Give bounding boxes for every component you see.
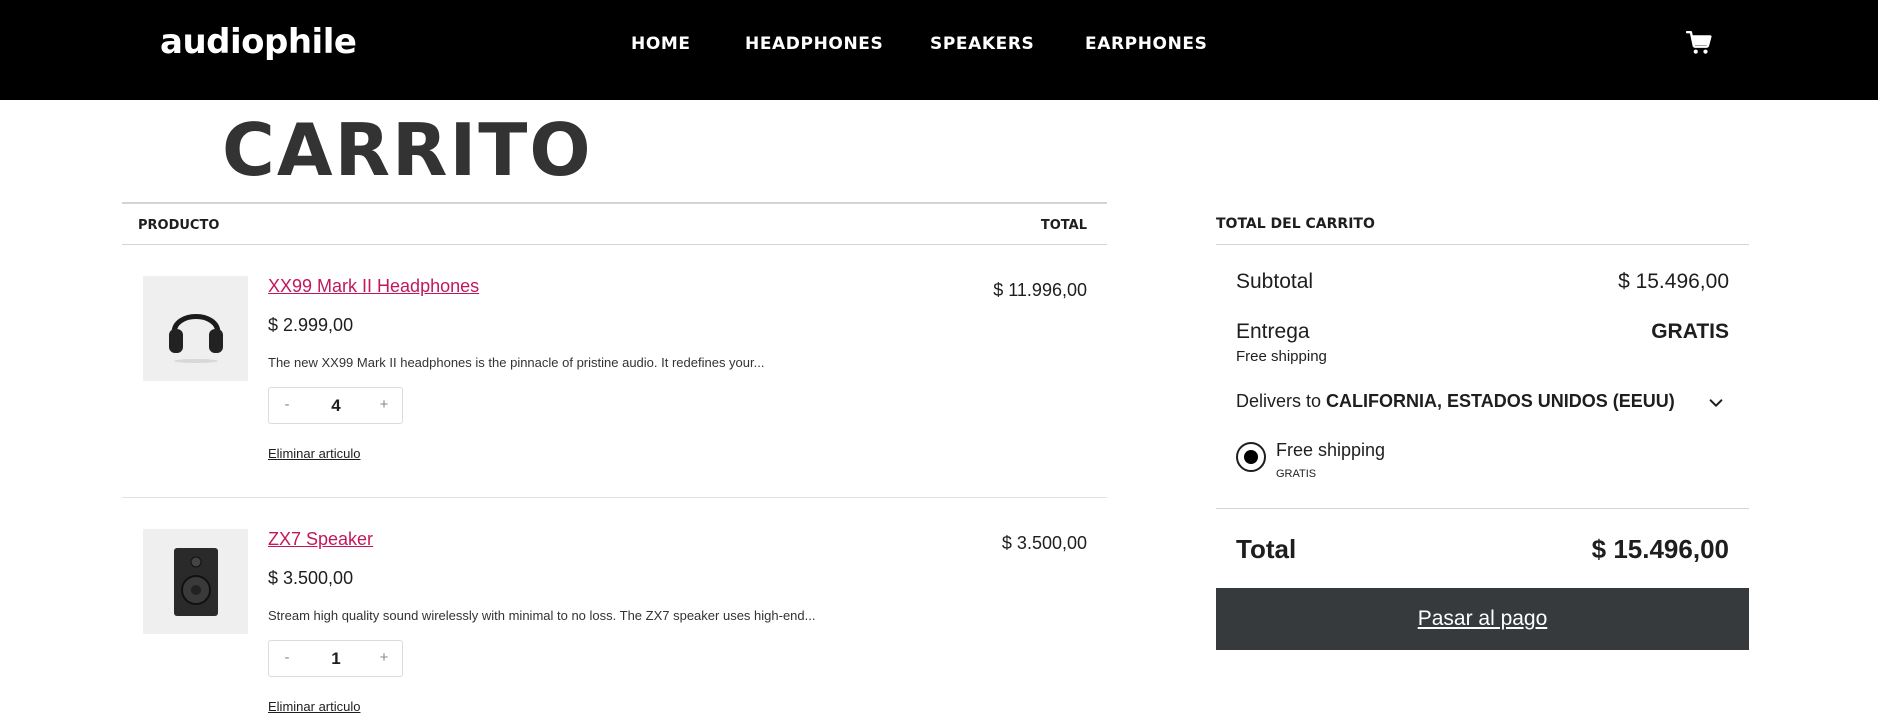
shipping-option-label: Free shipping [1276,440,1386,460]
delivery-note: Free shipping [1236,348,1327,365]
decrement-button[interactable]: - [277,649,297,666]
site-logo[interactable]: audiophile [160,22,357,62]
shipping-option-radio[interactable] [1236,442,1266,472]
headphones-icon [168,313,223,363]
speaker-image[interactable] [143,529,248,634]
total-value: $ 15.496,00 [1591,534,1729,564]
increment-button[interactable]: + [374,649,394,666]
product-description: The new XX99 Mark II headphones is the p… [268,355,765,370]
remove-item-link[interactable]: Eliminar articulo [268,446,360,461]
delivers-to-prefix: Delivers to [1236,391,1322,411]
line-total: $ 3.500,00 [1001,533,1087,553]
cart-table: PRODUCTO TOTAL XX99 Mark II Headphones $… [122,202,1107,719]
subtotal-value: $ 15.496,00 [1618,270,1729,293]
headphones-image[interactable] [143,276,248,381]
quantity-value[interactable]: 1 [309,649,363,669]
top-navigation-bar: audiophile HOME HEADPHONES SPEAKERS EARP… [0,0,1878,100]
shipping-option-price: GRATIS [1276,468,1317,480]
checkout-button[interactable]: Pasar al pago [1216,588,1749,650]
decrement-button[interactable]: - [277,396,297,413]
nav-speakers[interactable]: SPEAKERS [930,34,1070,54]
delivers-to-location: CALIFORNIA, ESTADOS UNIDOS (EEUU) [1326,391,1675,411]
unit-price: $ 2.999,00 [268,315,354,335]
page-title: CARRITO [222,108,593,192]
column-header-total: TOTAL [1040,218,1087,233]
unit-price: $ 3.500,00 [268,568,354,588]
summary-divider [1216,508,1749,509]
cart-summary: TOTAL DEL CARRITO Subtotal $ 15.496,00 E… [1216,202,1749,650]
product-description: Stream high quality sound wirelessly wit… [268,608,816,623]
product-name-link[interactable]: ZX7 Speaker [268,529,373,550]
product-name-link[interactable]: XX99 Mark II Headphones [268,276,479,297]
increment-button[interactable]: + [374,396,394,413]
quantity-stepper: - 4 + [268,387,403,424]
cart-row: XX99 Mark II Headphones $ 2.999,00 The n… [122,245,1107,498]
table-header: PRODUCTO TOTAL [122,202,1107,245]
speaker-icon [173,547,218,616]
column-header-product: PRODUCTO [138,218,220,233]
total-label: Total [1236,534,1297,564]
subtotal-label: Subtotal [1236,270,1314,293]
nav-home[interactable]: HOME [631,34,711,54]
line-total: $ 11.996,00 [993,280,1087,300]
delivery-label: Entrega [1236,320,1310,343]
summary-header: TOTAL DEL CARRITO [1216,202,1749,245]
delivers-to-selector[interactable]: Delivers to CALIFORNIA, ESTADOS UNIDOS (… [1236,391,1675,412]
cart-row: ZX7 Speaker $ 3.500,00 Stream high quali… [122,498,1107,719]
nav-headphones[interactable]: HEADPHONES [745,34,915,54]
quantity-value[interactable]: 4 [309,396,363,416]
remove-item-link[interactable]: Eliminar articulo [268,699,360,714]
nav-earphones[interactable]: EARPHONES [1085,34,1225,54]
quantity-stepper: - 1 + [268,640,403,677]
summary-title: TOTAL DEL CARRITO [1216,216,1375,232]
cart-icon[interactable] [1686,30,1712,56]
chevron-down-icon[interactable] [1707,394,1725,412]
delivery-value: GRATIS [1651,320,1729,343]
